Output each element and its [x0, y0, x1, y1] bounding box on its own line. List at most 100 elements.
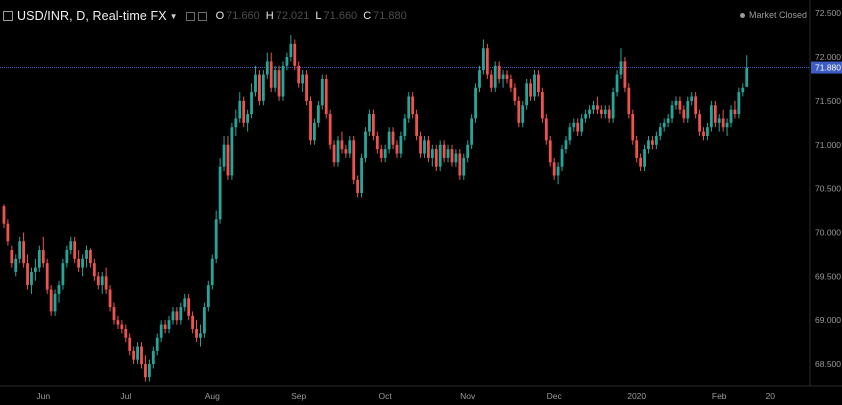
candle-body — [741, 87, 745, 93]
candle-body — [682, 109, 686, 119]
candle-body — [489, 74, 493, 88]
candle-body — [81, 258, 84, 268]
candle-body — [552, 162, 556, 176]
candle-body — [92, 263, 96, 277]
candle-body — [167, 320, 171, 329]
candle-body — [10, 250, 14, 264]
candle-body — [124, 328, 128, 338]
candle-body — [643, 149, 646, 167]
candle-body — [265, 61, 269, 75]
candle-body — [387, 131, 391, 150]
candle-body — [556, 166, 560, 176]
candle-body — [615, 74, 619, 93]
candle-body — [151, 350, 155, 365]
candle-body — [18, 241, 22, 259]
collapse-icon[interactable] — [3, 11, 13, 21]
candle-body — [49, 289, 53, 312]
candle-body — [147, 364, 151, 378]
y-tick-label: 68.500 — [815, 359, 841, 369]
candle-body — [218, 166, 222, 220]
candle-body — [26, 263, 29, 286]
candle-body — [187, 298, 191, 316]
candle-body — [371, 114, 375, 136]
candle-body — [53, 293, 57, 312]
candle-body — [647, 140, 650, 150]
low-label: L — [315, 10, 322, 22]
candle-body — [654, 135, 658, 145]
x-tick-label: Oct — [379, 391, 393, 401]
chevron-down-icon[interactable]: ▼ — [170, 12, 178, 21]
x-tick-label: Jul — [120, 391, 131, 401]
candle-body — [737, 92, 741, 115]
candle-body — [670, 105, 674, 119]
candle-body — [261, 74, 265, 101]
candle-body — [37, 250, 41, 268]
candle-body — [77, 258, 81, 268]
candle-body — [73, 241, 77, 259]
candle-body — [273, 70, 277, 88]
candlestick-chart[interactable]: 72.500 72.000 71.500 71.000 70.500 70.000 69.5… — [0, 0, 842, 405]
candle-body — [599, 109, 603, 115]
candle-body — [446, 149, 450, 158]
candle-body — [364, 131, 367, 158]
candle-body — [497, 65, 501, 79]
candle-body — [517, 100, 521, 123]
candle-body — [171, 311, 175, 321]
visibility-toggle-icon[interactable] — [185, 11, 195, 21]
candle-body — [702, 131, 705, 136]
candle-body — [45, 263, 49, 290]
candle-body — [34, 267, 37, 272]
candle-body — [635, 140, 639, 158]
candle-body — [226, 144, 230, 176]
candle-body — [297, 65, 301, 84]
candle-body — [281, 65, 285, 97]
candle-body — [548, 140, 552, 163]
candle-body — [30, 271, 33, 286]
candle-body — [544, 118, 548, 141]
symbol-title[interactable]: USD/INR, D, Real-time FX — [17, 9, 167, 23]
price-chart[interactable]: 72.500 72.000 71.500 71.000 70.500 70.000 69.5… — [0, 0, 842, 405]
candle-body — [202, 307, 206, 334]
candle-body — [568, 127, 572, 141]
candle-body — [289, 43, 293, 58]
candle-body — [611, 92, 615, 119]
high-value: 72.021 — [275, 10, 310, 22]
candle-body — [607, 109, 611, 119]
candle-body — [250, 92, 253, 115]
candle-body — [14, 258, 18, 272]
candle-body — [69, 241, 73, 251]
candle-body — [144, 364, 147, 378]
candle-body — [234, 118, 238, 128]
candle-body — [458, 153, 462, 176]
candle-body — [466, 144, 470, 158]
candle-body — [163, 324, 167, 329]
candle-body — [140, 346, 143, 365]
settings-toggle-icon[interactable] — [197, 11, 207, 21]
candle-body — [132, 350, 136, 360]
high-label: H — [265, 10, 274, 22]
candle-body — [195, 328, 198, 338]
close-value: 71.880 — [373, 10, 407, 22]
candle-body — [179, 307, 183, 321]
candle-body — [529, 83, 532, 97]
candle-body — [285, 57, 289, 66]
candle-body — [454, 153, 458, 163]
candle-body — [505, 74, 509, 79]
candle-body — [721, 118, 725, 128]
candle-body — [242, 100, 246, 123]
candle-body — [120, 324, 124, 329]
candle-body — [89, 250, 92, 264]
market-status-text: Market Closed — [748, 10, 807, 20]
candle-body — [482, 48, 485, 71]
candle-body — [725, 122, 729, 128]
candle-body — [309, 100, 312, 141]
candle-body — [576, 122, 580, 132]
candle-body — [175, 311, 179, 321]
candle-body — [603, 109, 607, 115]
candle-body — [407, 96, 411, 119]
candle-body — [324, 78, 328, 115]
open-label: O — [215, 10, 225, 22]
y-tick-label: 72.500 — [815, 8, 841, 18]
candle-body — [713, 105, 717, 123]
candle-body — [666, 118, 670, 123]
